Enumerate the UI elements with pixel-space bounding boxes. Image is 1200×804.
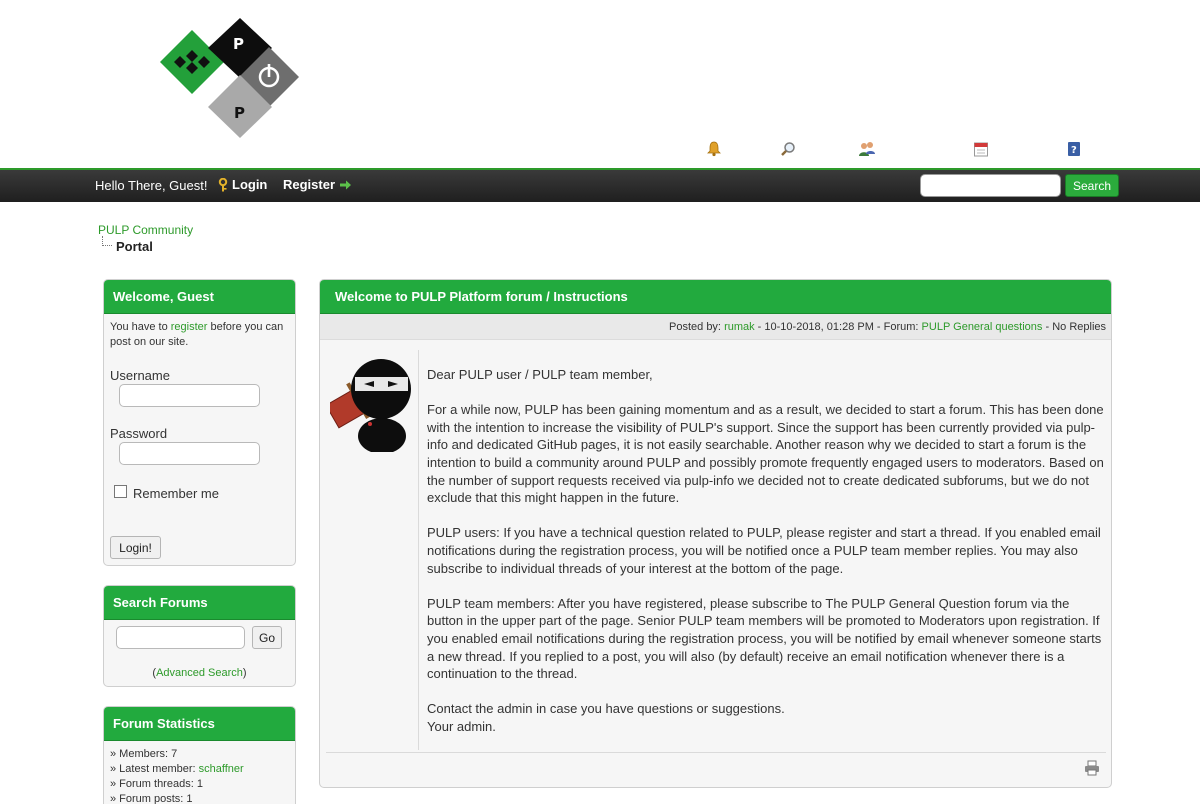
- post-paragraph: PULP team members: After you have regist…: [427, 595, 1102, 682]
- bell-icon[interactable]: [705, 140, 723, 158]
- post-body: Dear PULP user / PULP team member, For a…: [427, 366, 1107, 735]
- stats-latest-label: » Latest member:: [110, 763, 199, 775]
- register-label: Register: [283, 177, 336, 192]
- stats-members: » Members: 7: [110, 748, 178, 760]
- latest-member-link[interactable]: schaffner: [199, 763, 244, 775]
- posted-by-label: Posted by:: [669, 321, 725, 333]
- breadcrumb-tree-connector: [102, 236, 112, 246]
- top-search-input[interactable]: [920, 174, 1061, 197]
- post-meta: Posted by: rumak - 10-10-2018, 01:28 PM …: [320, 314, 1111, 340]
- post-paragraph: For a while now, PULP has been gaining m…: [427, 402, 1104, 506]
- announcement-panel: Welcome to PULP Platform forum / Instruc…: [319, 279, 1112, 788]
- arrow-right-icon: [340, 180, 352, 189]
- print-icon[interactable]: [1084, 760, 1100, 776]
- key-icon: [218, 177, 228, 191]
- magnifier-icon[interactable]: [779, 140, 797, 158]
- register-link[interactable]: Register: [283, 177, 352, 192]
- post-replies: - No Replies: [1042, 321, 1106, 333]
- forum-search-input[interactable]: [116, 626, 245, 649]
- login-button[interactable]: Login!: [110, 536, 161, 559]
- register-inline-link[interactable]: register: [171, 321, 208, 333]
- search-forums-panel: Search Forums Go (Advanced Search): [103, 585, 296, 687]
- pulp-logo[interactable]: P P: [160, 14, 305, 138]
- members-icon[interactable]: [858, 140, 876, 158]
- password-field[interactable]: [119, 442, 260, 465]
- stats-threads: » Forum threads: 1: [110, 778, 203, 790]
- top-navigation-bar: Hello There, Guest! Login Register Searc…: [0, 170, 1200, 202]
- advanced-search-link[interactable]: Advanced Search: [156, 667, 243, 679]
- stats-posts: » Forum posts: 1: [110, 793, 193, 804]
- post-author-link[interactable]: rumak: [724, 321, 755, 333]
- logo-letter-top: P: [233, 35, 244, 53]
- register-notice-pre: You have to: [110, 321, 171, 333]
- post-footer-divider: [326, 752, 1106, 753]
- breadcrumb-root-link[interactable]: PULP Community: [98, 223, 193, 237]
- login-link[interactable]: Login: [218, 177, 267, 192]
- search-forums-title: Search Forums: [104, 586, 295, 620]
- guest-greeting: Hello There, Guest!: [95, 178, 208, 193]
- post-forum-link[interactable]: PULP General questions: [922, 321, 1043, 333]
- top-search-button[interactable]: Search: [1065, 174, 1119, 197]
- calendar-icon[interactable]: [972, 140, 990, 158]
- post-paragraph: Contact the admin in case you have quest…: [427, 701, 785, 717]
- pulp-logo-graphic: P P: [160, 18, 299, 138]
- advanced-search-wrapper: (Advanced Search): [104, 667, 295, 679]
- help-icon[interactable]: ?: [1065, 140, 1083, 158]
- welcome-guest-panel: Welcome, Guest You have to register befo…: [103, 279, 296, 566]
- ninja-avatar-image: [325, 359, 411, 454]
- login-label: Login: [232, 177, 268, 192]
- welcome-panel-title: Welcome, Guest: [104, 280, 295, 314]
- password-label: Password: [110, 426, 168, 441]
- forum-search-go-button[interactable]: Go: [252, 626, 282, 649]
- breadcrumb-current: Portal: [116, 239, 153, 254]
- register-notice: You have to register before you can post…: [110, 320, 290, 350]
- site-header: P P ?: [0, 0, 1200, 168]
- stats-latest-member: » Latest member: schaffner: [110, 762, 289, 777]
- post-paragraph: PULP users: If you have a technical ques…: [427, 525, 1101, 576]
- svg-text:?: ?: [1071, 145, 1077, 156]
- username-label: Username: [110, 368, 170, 383]
- post-date: - 10-10-2018, 01:28 PM - Forum:: [754, 321, 922, 333]
- announcement-title-text: Welcome to PULP Platform forum / Instruc…: [335, 289, 628, 304]
- announcement-title[interactable]: Welcome to PULP Platform forum / Instruc…: [320, 280, 1111, 314]
- advanced-paren-close: ): [242, 667, 247, 679]
- logo-letter-bottom: P: [234, 104, 245, 122]
- post-avatar-divider: [418, 350, 419, 750]
- remember-me-label: Remember me: [133, 486, 219, 501]
- header-menu-icons: ?: [0, 140, 1200, 160]
- forum-statistics-title: Forum Statistics: [104, 707, 295, 741]
- forum-statistics-panel: Forum Statistics » Members: 7 » Latest m…: [103, 706, 296, 804]
- post-paragraph: Dear PULP user / PULP team member,: [427, 367, 653, 382]
- remember-me-checkbox[interactable]: [114, 485, 127, 498]
- post-signature: Your admin.: [427, 718, 496, 734]
- author-avatar[interactable]: [325, 356, 418, 454]
- username-field[interactable]: [119, 384, 260, 407]
